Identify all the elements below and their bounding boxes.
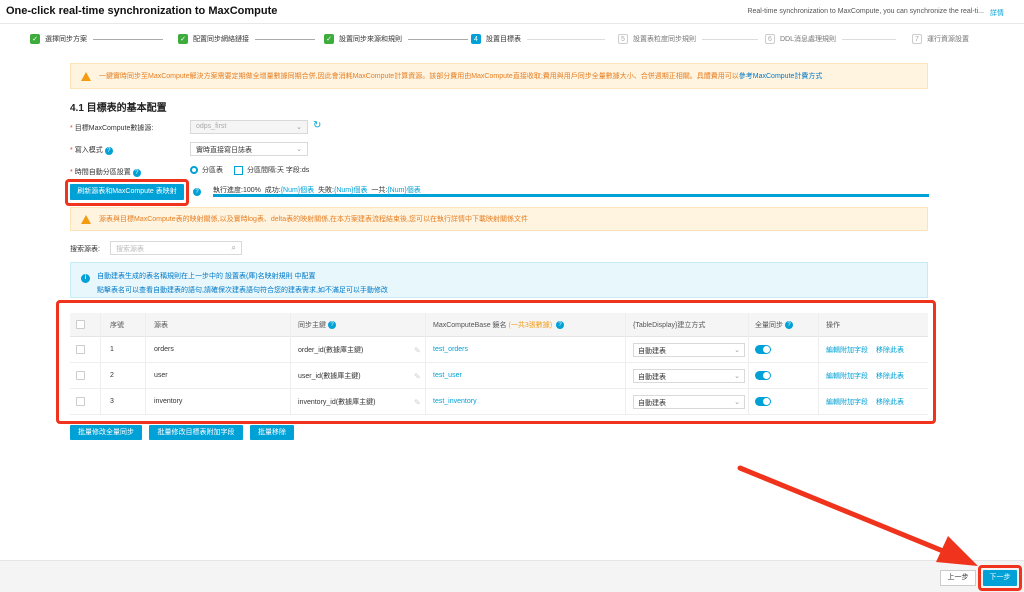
annotation-arrow — [737, 465, 978, 566]
